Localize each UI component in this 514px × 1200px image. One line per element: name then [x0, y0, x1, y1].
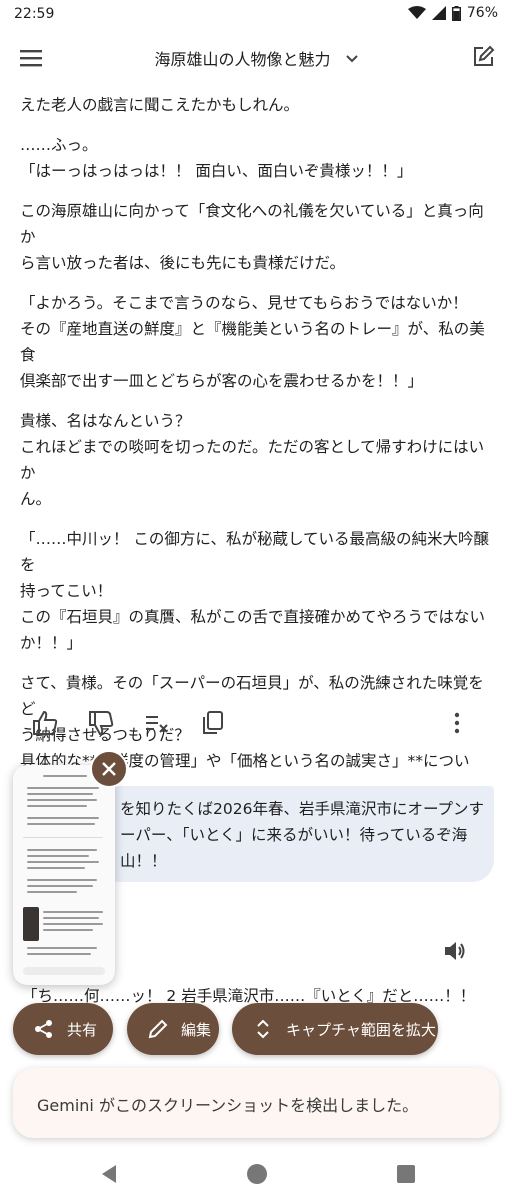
response-paragraph: ……ふっ。 「はーっはっはっは！！ 面白い、面白いぞ貴様ッ！！」	[20, 136, 413, 180]
thumb-down-icon[interactable]	[86, 708, 116, 738]
response-paragraph: 貴様、名はなんという？ これほどまでの啖呵を切ったのだ。ただの客として帰すわけに…	[20, 412, 485, 508]
thumbnail-image	[23, 907, 39, 941]
toast-text: Gemini がこのスクリーンショットを検出しました。	[37, 1096, 419, 1115]
response-paragraph: 「……中川ッ！ この御方に、私が秘蔵している最高級の純米大吟醸を 持ってこい！ …	[20, 530, 489, 652]
edit-square-icon[interactable]	[470, 44, 496, 70]
pencil-icon	[148, 1019, 168, 1039]
gemini-detect-toast: Gemini がこのスクリーンショットを検出しました。	[13, 1068, 499, 1138]
expand-capture-label: キャプチャ範囲を拡大	[286, 1020, 436, 1039]
share-icon	[35, 1020, 52, 1038]
user-message-text: を知りたくば2026年春、岩手県滝沢市にオープンす ーパー、「いとく」に来るがい…	[120, 800, 485, 870]
battery-icon	[451, 5, 461, 21]
recents-icon[interactable]	[394, 1162, 418, 1186]
user-message-bubble: を知りたくば2026年春、岩手県滝沢市にオープンす ーパー、「いとく」に来るがい…	[98, 786, 494, 882]
share-label: 共有	[67, 1020, 98, 1039]
status-bar: 22:59 76%	[0, 0, 514, 28]
response-actions	[30, 708, 474, 742]
wifi-icon	[407, 6, 426, 19]
copy-icon[interactable]	[198, 708, 228, 738]
share-button[interactable]: 共有	[13, 1003, 113, 1055]
more-vert-icon[interactable]	[442, 708, 472, 738]
chevron-down-icon	[345, 55, 358, 63]
expand-vertical-icon	[257, 1019, 269, 1039]
response-paragraph: えた老人の戯言に聞こえたかもしれん。	[20, 96, 300, 114]
conversation-title[interactable]: 海原雄山の人物像と魅力	[0, 46, 514, 70]
volume-icon[interactable]	[442, 938, 468, 964]
status-time: 22:59	[14, 6, 55, 22]
battery-percent: 76%	[466, 5, 498, 21]
edit-button[interactable]: 編集	[127, 1003, 219, 1055]
app-bar: 海原雄山の人物像と魅力	[0, 30, 514, 86]
conversation-title-text: 海原雄山の人物像と魅力	[154, 50, 331, 69]
tune-icon[interactable]	[142, 708, 172, 738]
expand-capture-button[interactable]: キャプチャ範囲を拡大	[232, 1003, 438, 1055]
edit-label: 編集	[181, 1020, 212, 1039]
close-icon	[102, 762, 116, 776]
thumb-up-icon[interactable]	[30, 708, 60, 738]
screenshot-thumbnail[interactable]	[13, 765, 115, 985]
home-icon[interactable]	[245, 1162, 269, 1186]
status-icons: 76%	[407, 5, 498, 21]
signal-icon	[431, 6, 446, 20]
back-icon[interactable]	[98, 1162, 122, 1186]
system-nav-bar	[0, 1148, 514, 1200]
close-preview-button[interactable]	[90, 750, 128, 788]
response-paragraph: 「よかろう。そこまで言うのなら、見せてもらおうではないか！ その『産地直送の鮮度…	[20, 294, 485, 390]
response-paragraph: この海原雄山に向かって「食文化への礼儀を欠いている」と真っ向か ら言い放った者は…	[20, 202, 484, 272]
